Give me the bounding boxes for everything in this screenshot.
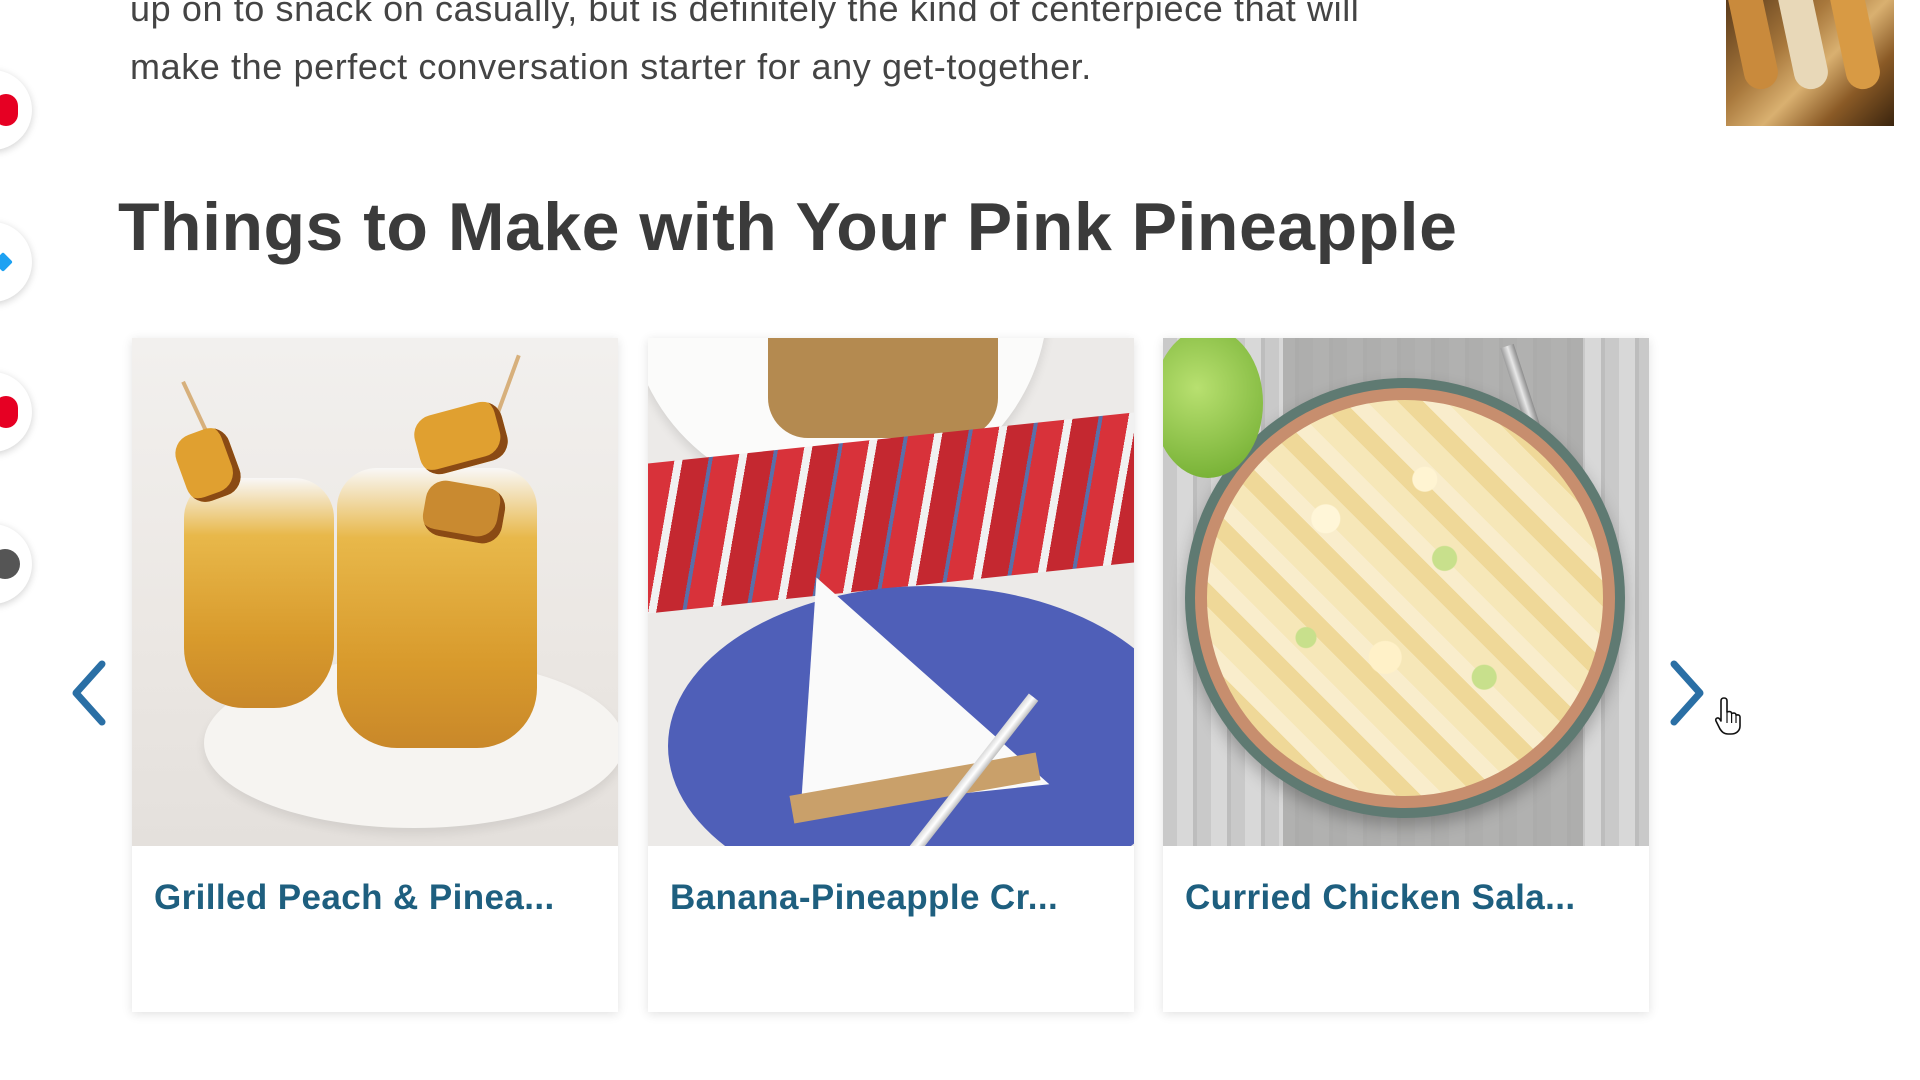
sidebar-recipe-thumbnail[interactable] (1726, 0, 1894, 126)
recipe-card[interactable]: Grilled Peach & Pinea... (132, 338, 618, 1012)
intro-paragraph: up on to snack on casually, but is defin… (130, 0, 1670, 96)
recipe-card[interactable]: Banana-Pineapple Cr... (648, 338, 1134, 1012)
recipe-card-image[interactable] (1163, 338, 1649, 846)
recipe-card[interactable]: Curried Chicken Sala... (1163, 338, 1649, 1012)
pinterest-icon (0, 94, 18, 126)
recipe-carousel: Grilled Peach & Pinea... Banana-Pineappl… (0, 338, 1920, 1018)
share-pinterest-button[interactable] (0, 70, 32, 150)
recipe-card-image[interactable] (132, 338, 618, 846)
chevron-right-icon (1670, 660, 1704, 726)
messenger-icon (0, 252, 13, 272)
carousel-next-button[interactable] (1668, 658, 1708, 728)
share-messenger-button[interactable] (0, 222, 32, 302)
hand-cursor-icon (1714, 697, 1741, 735)
recipe-card-title[interactable]: Banana-Pineapple Cr... (670, 878, 1058, 918)
recipe-card-image[interactable] (648, 338, 1134, 846)
chevron-left-icon (72, 660, 106, 726)
intro-line-1: up on to snack on casually, but is defin… (130, 0, 1360, 29)
recipe-card-title[interactable]: Curried Chicken Sala... (1185, 878, 1575, 918)
section-title: Things to Make with Your Pink Pineapple (118, 189, 1458, 265)
intro-line-2: make the perfect conversation starter fo… (130, 46, 1092, 87)
recipe-card-title[interactable]: Grilled Peach & Pinea... (154, 878, 555, 918)
carousel-prev-button[interactable] (68, 658, 108, 728)
recipe-page: up on to snack on casually, but is defin… (0, 0, 1920, 1080)
